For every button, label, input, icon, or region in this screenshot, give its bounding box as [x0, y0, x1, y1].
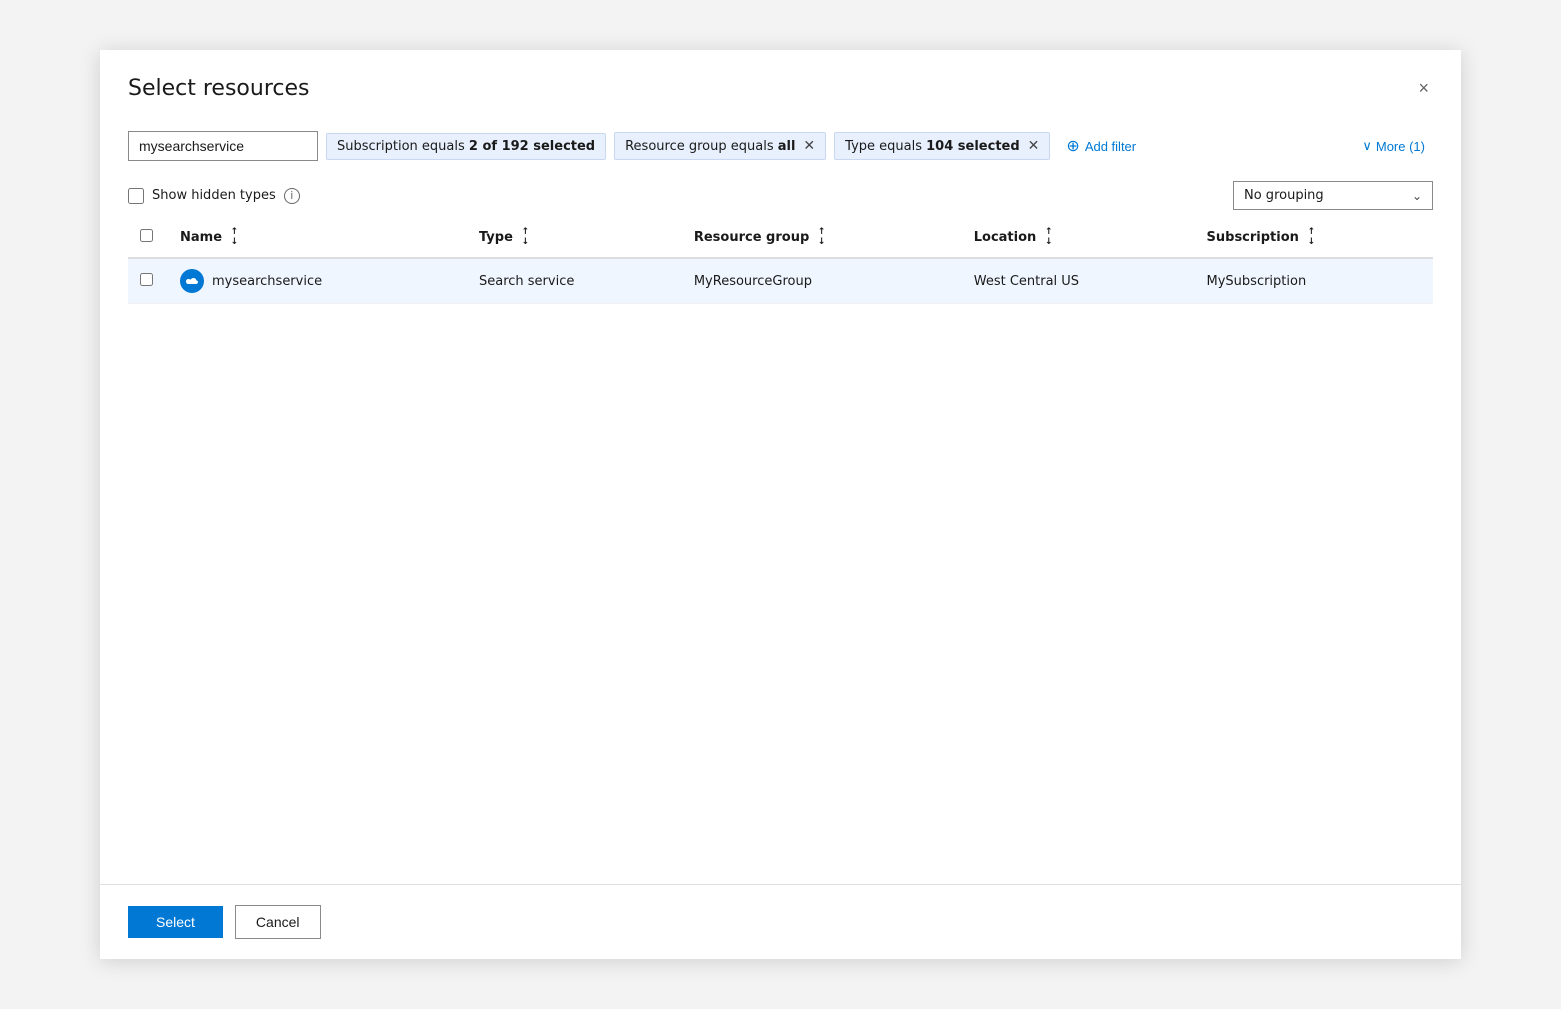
header-select-all[interactable]: [128, 218, 168, 258]
add-filter-icon: ⊕: [1066, 136, 1079, 156]
header-location[interactable]: Location ↑↓: [962, 218, 1195, 258]
row-location-cell: West Central US: [962, 258, 1195, 304]
resource-group-sort-icon[interactable]: ↑↓: [818, 228, 826, 247]
subscription-sort-icon[interactable]: ↑↓: [1307, 228, 1315, 247]
row-subscription-cell: MySubscription: [1195, 258, 1433, 304]
subscription-filter-value: 2 of 192 selected: [469, 139, 595, 154]
row-name-cell: mysearchservice: [168, 258, 467, 304]
table-row[interactable]: mysearchservice Search service MyResourc…: [128, 258, 1433, 304]
resource-group-filter-value: all: [778, 139, 796, 154]
row-checkbox[interactable]: [140, 273, 153, 286]
add-filter-label: Add filter: [1085, 139, 1136, 154]
row-type-cell: Search service: [467, 258, 682, 304]
cancel-button[interactable]: Cancel: [235, 905, 321, 939]
subscription-filter-text: Subscription equals 2 of 192 selected: [337, 139, 595, 154]
add-filter-button[interactable]: ⊕ Add filter: [1058, 131, 1144, 161]
type-sort-icon[interactable]: ↑↓: [521, 228, 529, 247]
show-hidden-types-label[interactable]: Show hidden types i: [128, 188, 300, 204]
dialog-footer: Select Cancel: [100, 884, 1461, 959]
select-all-checkbox[interactable]: [140, 229, 153, 242]
dialog-header: Select resources ×: [100, 50, 1461, 119]
show-hidden-types-text: Show hidden types: [152, 188, 276, 203]
select-button[interactable]: Select: [128, 906, 223, 938]
header-name[interactable]: Name ↑↓: [168, 218, 467, 258]
more-button[interactable]: ∨ More (1): [1354, 133, 1433, 159]
select-resources-dialog: Select resources × Subscription equals 2…: [100, 50, 1461, 959]
header-resource-group[interactable]: Resource group ↑↓: [682, 218, 962, 258]
row-resource-group-cell: MyResourceGroup: [682, 258, 962, 304]
grouping-dropdown[interactable]: No grouping ⌄: [1233, 181, 1433, 210]
close-button[interactable]: ×: [1414, 74, 1433, 103]
toolbar: Subscription equals 2 of 192 selected Re…: [100, 119, 1461, 173]
name-sort-icon[interactable]: ↑↓: [231, 228, 239, 247]
row-name: mysearchservice: [212, 274, 322, 289]
resource-group-filter-text: Resource group equals all: [625, 139, 795, 154]
header-subscription[interactable]: Subscription ↑↓: [1195, 218, 1433, 258]
type-filter-value: 104 selected: [926, 139, 1020, 154]
table-header: Name ↑↓ Type ↑↓ Resource group: [128, 218, 1433, 258]
row-name-content: mysearchservice: [180, 269, 455, 293]
dialog-title: Select resources: [128, 76, 309, 101]
resource-group-filter-close[interactable]: ✕: [803, 138, 815, 154]
table-body: mysearchservice Search service MyResourc…: [128, 258, 1433, 304]
info-icon[interactable]: i: [284, 188, 300, 204]
row-checkbox-cell[interactable]: [128, 258, 168, 304]
header-type[interactable]: Type ↑↓: [467, 218, 682, 258]
resources-table: Name ↑↓ Type ↑↓ Resource group: [128, 218, 1433, 304]
show-hidden-types-checkbox[interactable]: [128, 188, 144, 204]
more-label: More (1): [1376, 139, 1425, 154]
resource-group-filter-chip[interactable]: Resource group equals all ✕: [614, 132, 826, 160]
type-filter-close[interactable]: ✕: [1028, 138, 1040, 154]
search-input[interactable]: [128, 131, 318, 161]
grouping-chevron-icon: ⌄: [1412, 189, 1422, 203]
location-sort-icon[interactable]: ↑↓: [1045, 228, 1053, 247]
type-filter-text: Type equals 104 selected: [845, 139, 1020, 154]
grouping-label: No grouping: [1244, 188, 1324, 203]
options-row: Show hidden types i No grouping ⌄: [100, 173, 1461, 218]
subscription-filter-chip[interactable]: Subscription equals 2 of 192 selected: [326, 133, 606, 160]
type-filter-chip[interactable]: Type equals 104 selected ✕: [834, 132, 1050, 160]
row-resource-icon: [180, 269, 204, 293]
more-chevron-icon: ∨: [1362, 138, 1372, 154]
table-container: Name ↑↓ Type ↑↓ Resource group: [100, 218, 1461, 884]
